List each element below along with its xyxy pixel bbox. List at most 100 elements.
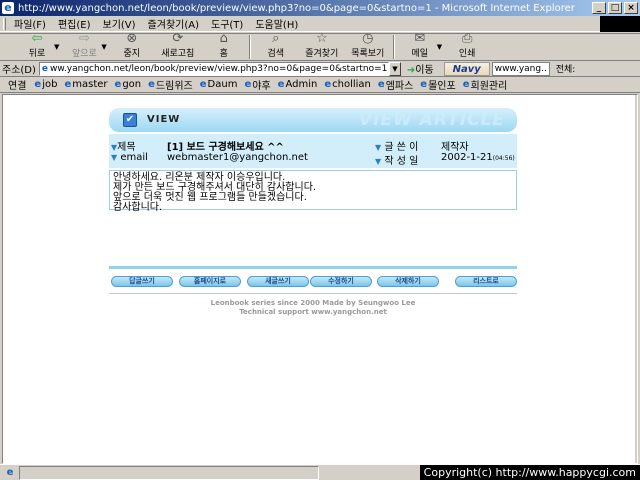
title-bar: e http://www.yangchon.net/leon/book/prev… (0, 0, 640, 16)
page-icon: e (41, 63, 49, 74)
forward-arrow-icon: ⇨ (78, 31, 90, 46)
link-page-icon: e (199, 79, 207, 90)
search-button[interactable]: ⌕ 검색 (253, 32, 299, 60)
menu-help[interactable]: 도움말(H) (255, 16, 298, 31)
mail-dropdown-icon[interactable]: ▼ (437, 43, 442, 51)
menu-edit[interactable]: 편집(E) (58, 16, 91, 31)
copyright-banner: Copyright(c) http://www.happycgi.com (419, 465, 640, 480)
email-label-wrap: ▼ email (111, 152, 148, 163)
toolbar-separator (392, 35, 395, 59)
link-page-icon: e (148, 79, 155, 90)
subject-value: [1] 보드 구경해보세요 ^^ (167, 142, 284, 153)
date-label-wrap: ▼ 작 성 일 (375, 152, 418, 167)
action-buttons: 답글쓰기 홈페이지로 새글쓰기 수정하기 삭제하기 리스트로 (109, 276, 517, 288)
menu-file[interactable]: 파일(F) (14, 16, 46, 31)
article-body: 안녕하세요. 리온분 제작자 이승우입니다. 제가 만든 보드 구경해주셔서 대… (109, 170, 517, 213)
links-label: 연결 (8, 81, 27, 92)
toolbar: ⇦ 뒤로 ▼ ⇨ 앞으로 ▼ ⊗ 중지 ⟳ 새로고침 ⌂ 홈 ⌕ 검색 ☆ 즐겨… (0, 31, 640, 61)
link-page-icon: e (244, 79, 252, 90)
link-page-icon: e (420, 79, 428, 90)
printer-icon: ⎙ (461, 31, 473, 46)
address-label: 주소(D) (2, 65, 36, 76)
link-page-icon: e (462, 79, 470, 90)
view-header: ✔ VIEW VIEW ARTICLE (109, 108, 517, 132)
favorites-icon: ☆ (315, 31, 328, 46)
page-status-icon: e (6, 466, 14, 478)
delete-button[interactable]: 삭제하기 (377, 276, 439, 287)
ie-icon: e (2, 2, 14, 14)
favorites-button[interactable]: ☆ 즐겨찾기 (299, 32, 345, 60)
time-value: (04:56) (492, 155, 515, 162)
menubar-grip (3, 18, 6, 30)
navy-all-label[interactable]: 전체: (556, 62, 576, 75)
address-url: ww.yangchon.net/leon/book/preview/view.p… (50, 63, 388, 74)
link-page-icon: e (377, 79, 385, 90)
history-icon: ◷ (362, 31, 374, 46)
author-label-wrap: ▼ 글 쓴 이 (375, 138, 418, 153)
triangle-icon: ▼ (375, 157, 382, 166)
home-icon: ⌂ (219, 31, 228, 46)
link-daum[interactable]: e Daum (200, 79, 238, 90)
toolbar-separator (248, 35, 251, 59)
menu-tools[interactable]: 도구(T) (211, 16, 243, 31)
menu-bar: 파일(F) 편집(E) 보기(V) 즐겨찾기(A) 도구(T) 도움말(H) (0, 16, 640, 32)
address-dropdown-icon[interactable]: ▼ (388, 61, 401, 76)
triangle-icon: ▼ (375, 143, 382, 152)
navy-search-input[interactable]: www.yang.. (491, 61, 550, 76)
credit: Leonbook series since 2000 Made by Seung… (109, 299, 517, 317)
stop-button[interactable]: ⊗ 중지 (109, 32, 155, 60)
reply-button[interactable]: 답글쓰기 (111, 276, 173, 287)
email-link[interactable]: webmaster1@yangchon.net (167, 152, 308, 163)
link-job[interactable]: e job (34, 79, 57, 90)
menu-favorites[interactable]: 즐겨찾기(A) (148, 16, 199, 31)
homepage-button[interactable]: 홈페이지로 (179, 276, 241, 287)
refresh-button[interactable]: ⟳ 새로고침 (155, 32, 201, 60)
windows-logo (600, 16, 640, 32)
search-icon: ⌕ (272, 31, 280, 46)
link-chollian[interactable]: e chollian (324, 79, 371, 90)
link-page-icon: e (64, 79, 72, 90)
links-bar: 연결 e job e master e gon e 드림위즈 e Daum e 야후 e Ad… (0, 77, 640, 93)
minimize-button[interactable]: _ (592, 2, 606, 14)
credit-line: Leonbook series since 2000 Made by Seung… (210, 299, 416, 307)
link-admin[interactable]: e Admin (278, 79, 318, 90)
menu-view[interactable]: 보기(V) (103, 16, 136, 31)
link-gon[interactable]: e gon (115, 79, 142, 90)
checkmark-icon: ✔ (123, 113, 137, 127)
maximize-button[interactable]: □ (608, 2, 622, 14)
back-dropdown-icon[interactable]: ▼ (54, 43, 59, 51)
link-yahoo[interactable]: e 야후 (244, 77, 270, 92)
page-viewport[interactable]: ✔ VIEW VIEW ARTICLE ▼제목 [1] 보드 구경해보세요 ^^… (2, 94, 638, 464)
edit-button[interactable]: 수정하기 (310, 276, 372, 287)
link-member-admin[interactable]: e 회원관리 (463, 77, 508, 92)
view-header-label: VIEW (147, 114, 181, 125)
link-dreamwiz[interactable]: e 드림위즈 (148, 77, 193, 92)
address-input[interactable]: e ww.yangchon.net/leon/book/preview/view… (38, 61, 389, 76)
print-button[interactable]: ⎙ 인쇄 (444, 32, 490, 60)
history-button[interactable]: ◷ 목록보기 (345, 32, 391, 60)
forward-dropdown-icon[interactable]: ▼ (101, 43, 106, 51)
list-button[interactable]: 리스트로 (455, 276, 517, 287)
credit-line: Technical support www.yangchon.net (239, 308, 387, 316)
address-bar: 주소(D) e ww.yangchon.net/leon/book/previe… (0, 61, 640, 77)
refresh-icon: ⟳ (172, 31, 184, 46)
back-arrow-icon: ⇦ (31, 31, 43, 46)
body-line: 감사합니다. (113, 202, 163, 213)
write-button[interactable]: 새글쓰기 (247, 276, 309, 287)
link-mallinfo[interactable]: e 몰인포 (420, 77, 455, 92)
section-divider (109, 266, 517, 269)
status-panel (19, 465, 319, 480)
home-button[interactable]: ⌂ 홈 (201, 32, 247, 60)
link-empas[interactable]: e 엠파스 (378, 77, 413, 92)
go-button[interactable]: ➜이동 (407, 61, 434, 76)
close-button[interactable]: × (624, 2, 638, 14)
view-article-watermark: VIEW ARTICLE (358, 110, 505, 130)
article-meta: ▼제목 [1] 보드 구경해보세요 ^^ ▼ 글 쓴 이 제작자 ▼ email… (109, 134, 517, 168)
stop-icon: ⊗ (126, 31, 138, 46)
scroll-edge (635, 95, 637, 463)
link-page-icon: e (114, 79, 122, 90)
link-master[interactable]: e master (64, 79, 107, 90)
navy-logo[interactable]: Navy (443, 61, 490, 76)
mail-icon: ✉ (414, 31, 426, 46)
date-value: 2002-1-21(04:56) (441, 152, 515, 163)
